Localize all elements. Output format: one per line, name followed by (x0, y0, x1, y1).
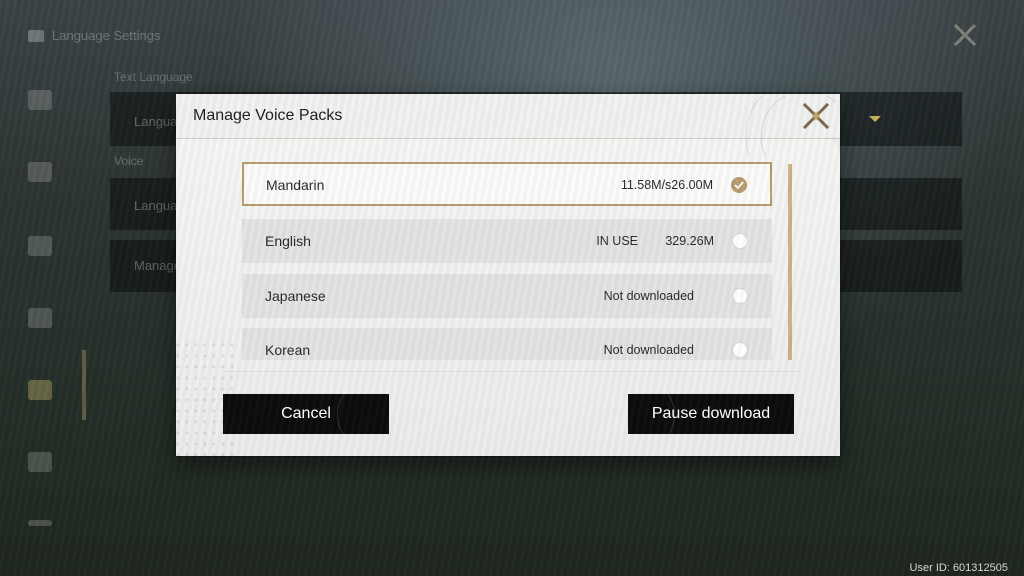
in-use-badge: IN USE (596, 234, 638, 248)
sidebar-more-icon[interactable] (28, 520, 52, 526)
game-background: Language Settings Text Language Language… (0, 0, 1024, 576)
footer-divider (226, 371, 800, 372)
settings-header: Language Settings (28, 28, 160, 43)
bg-dropdown-chevron-icon (869, 116, 881, 122)
manage-voice-packs-dialog: Manage Voice Packs Mandarin 11.58M/s26.0… (176, 94, 840, 456)
voice-pack-row-english[interactable]: English IN USE 329.26M (242, 219, 772, 263)
sidebar-account-icon[interactable] (28, 452, 52, 472)
voice-pack-name: Japanese (265, 288, 326, 304)
pause-download-label: Pause download (651, 405, 771, 422)
cancel-button[interactable]: Cancel (223, 394, 389, 434)
voice-pack-name: Mandarin (266, 177, 325, 193)
sidebar-audio-icon[interactable] (28, 90, 52, 110)
voice-pack-row-korean[interactable]: Korean Not downloaded (242, 328, 772, 360)
settings-sidebar (26, 90, 86, 550)
dialog-header: Manage Voice Packs (176, 94, 840, 156)
sidebar-controller-icon[interactable] (28, 308, 52, 328)
sidebar-display-icon[interactable] (28, 162, 52, 182)
download-status: Not downloaded (603, 343, 694, 357)
bg-label-manage: Manage (134, 258, 181, 273)
voice-pack-row-mandarin[interactable]: Mandarin 11.58M/s26.00M (242, 162, 772, 206)
scrollbar-thumb[interactable] (788, 164, 792, 360)
settings-close-icon[interactable] (952, 22, 978, 48)
bg-label-voice: Voice (114, 154, 144, 168)
selected-check-icon[interactable] (731, 177, 747, 193)
settings-title: Language Settings (52, 28, 161, 43)
voice-pack-name: Korean (265, 342, 311, 358)
pause-download-button[interactable]: Pause download (628, 394, 794, 434)
sidebar-language-icon[interactable] (28, 380, 52, 400)
bg-label-text-language: Text Language (114, 70, 193, 84)
dialog-title: Manage Voice Packs (193, 107, 343, 124)
pack-size: 329.26M (665, 234, 714, 248)
cancel-button-label: Cancel (281, 405, 331, 422)
download-progress-text: 11.58M/s26.00M (620, 178, 713, 192)
list-scrollbar[interactable] (788, 164, 792, 360)
sidebar-network-icon[interactable] (28, 236, 52, 256)
select-radio[interactable] (732, 233, 748, 249)
select-radio[interactable] (732, 288, 748, 304)
user-id-label: User ID: 601312505 (909, 562, 1008, 574)
select-radio[interactable] (732, 342, 748, 358)
settings-icon (28, 29, 44, 42)
sidebar-active-indicator (82, 350, 86, 420)
download-status: Not downloaded (603, 289, 694, 303)
close-icon[interactable] (800, 100, 832, 132)
voice-pack-name: English (265, 233, 311, 249)
button-decoration (337, 394, 389, 434)
voice-pack-list: Mandarin 11.58M/s26.00M English IN USE 3… (242, 162, 774, 360)
voice-pack-row-japanese[interactable]: Japanese Not downloaded (242, 274, 772, 318)
